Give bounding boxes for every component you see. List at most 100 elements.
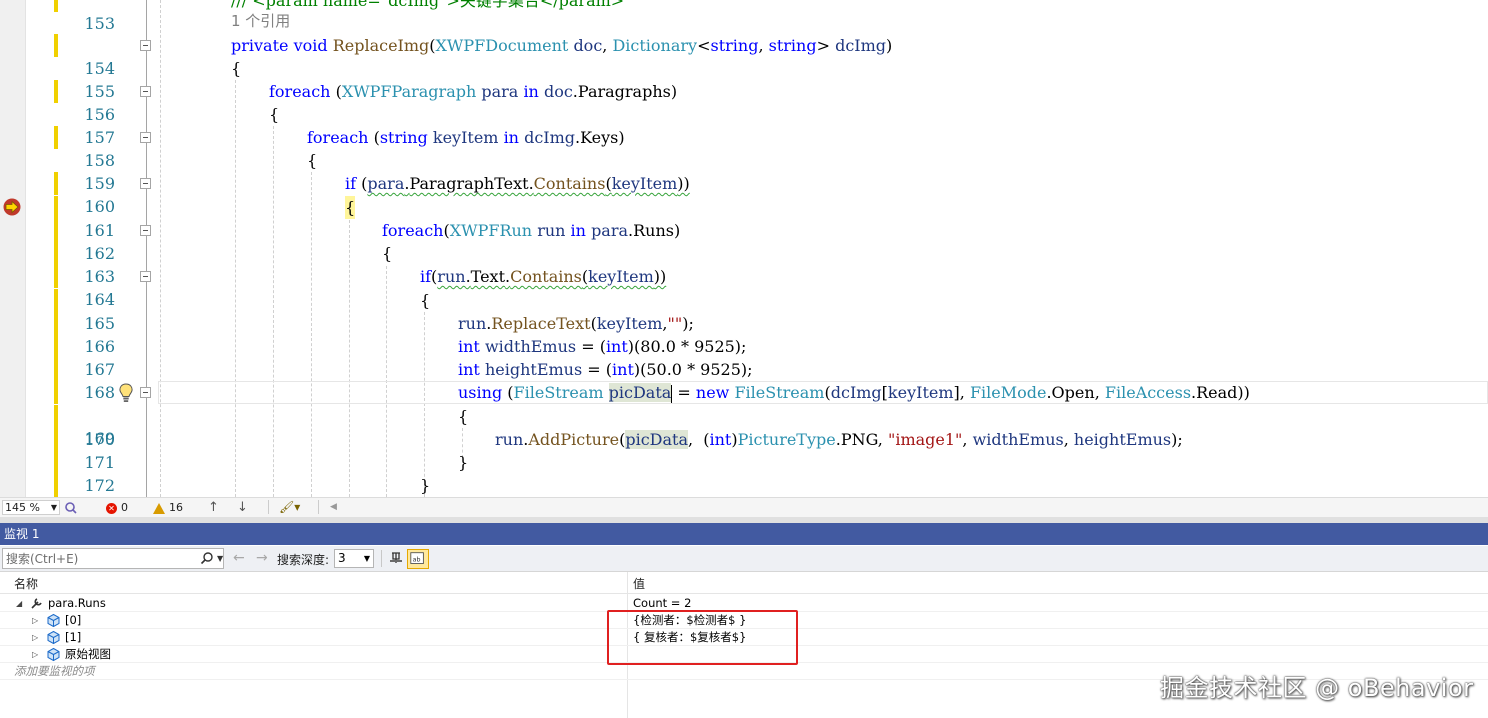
code-line-caret: 169 using (FileStream picData = new File… [0,381,1488,448]
method-name: ReplaceImg [332,36,430,55]
local-var: para [591,221,629,240]
string-literal: "image1" [887,430,963,449]
collapse-toggle[interactable] [140,132,151,143]
codelens-references[interactable]: 1 个引用 [231,10,290,33]
change-marker [54,289,58,313]
code-brace: { [345,196,356,220]
expand-arrow-icon[interactable]: ▷ [32,646,38,663]
collapse-toggle[interactable] [140,271,151,282]
property: Paragraphs [577,82,671,101]
property: Keys [580,128,619,147]
collapse-toggle[interactable] [140,40,151,51]
punct: , [1063,430,1074,449]
zoom-level: 145 % [5,501,40,514]
punct: = ( [582,360,613,379]
punct: , [758,36,764,55]
code-editor[interactable]: 153 /// <param name="dcImg">关键字集合</param… [0,0,1488,497]
code-line: 154 private void ReplaceImg(XWPFDocument… [0,34,1488,78]
divider [381,550,382,567]
chevron-down-icon[interactable]: ▼ [217,549,225,568]
local-var: widthEmus [484,337,577,356]
code-line: 155 { [0,57,1488,101]
punct: > [816,36,830,55]
keyword: void [293,36,328,55]
annotation-highlight-box [607,610,798,665]
punct: ) [618,128,625,147]
search-input[interactable] [3,549,197,568]
keyword: new [695,383,730,402]
type-name: XWPFParagraph [341,82,477,101]
punct: ); [682,314,694,333]
change-marker [54,312,58,336]
watch-name: [1] [65,630,82,644]
back-arrow-icon[interactable]: ← [233,550,245,566]
local-var: keyItem [611,174,678,193]
editor-status-bar: 145 % ▼ ✕ 0 16 ↑ ↓ 🖌▾ ◀ [0,497,1488,517]
code-line: 158 foreach (string keyItem in dcImg.Key… [0,126,1488,170]
punct: ) [886,36,893,55]
arrow-down-icon[interactable]: ↓ [237,500,248,515]
search-icon[interactable] [200,551,214,565]
change-marker [54,80,58,104]
hex-display-toggle[interactable]: ab [407,549,429,569]
expand-arrow-icon[interactable]: ▷ [32,612,38,629]
codelens[interactable]: 1 个引用 [0,10,1488,33]
string-literal: "" [667,314,683,333]
collapse-toggle[interactable] [140,225,151,236]
code-brace: { [420,291,431,310]
code-line: 160 if (para.ParagraphText.Contains(keyI… [0,172,1488,216]
code-line: 163 { [0,242,1488,286]
change-marker [54,34,58,58]
wrench-icon [31,598,42,609]
hex-icon: ab [410,552,424,564]
punct: )) [677,174,690,193]
scroll-left-icon[interactable]: ◀ [330,500,337,515]
health-icon[interactable] [64,500,78,514]
keyword: if [345,174,357,193]
local-var: heightEmus [1073,430,1172,449]
zoom-dropdown[interactable]: 145 % ▼ [2,500,60,515]
local-var: run [437,267,466,286]
param: doc [573,36,603,55]
watch-title-bar[interactable]: 监视 1 [0,523,1488,545]
column-header-name[interactable]: 名称 [14,575,38,592]
collapse-toggle[interactable] [140,387,151,398]
code-brace: } [420,476,431,495]
expand-arrow-icon[interactable]: ▷ [32,629,38,646]
local-var: para [367,174,405,193]
keyword: string [379,128,428,147]
watch-title: 监视 1 [4,527,40,541]
type-name: Dictionary [612,36,698,55]
change-marker [54,172,58,196]
add-watch-placeholder[interactable]: 添加要监视的项 [14,663,95,680]
execution-pointer-icon[interactable] [2,198,23,216]
watch-name: 原始视图 [65,647,111,661]
punct: .Read)) [1191,383,1250,402]
code-brace: } [458,453,469,472]
property: Text [470,267,506,286]
collapse-toggle[interactable] [140,178,151,189]
keyword: private [231,36,289,55]
warning-count-button[interactable]: 16 [153,500,183,515]
punct: .Open, [1046,383,1105,402]
column-header-value[interactable]: 值 [633,575,645,592]
collapse-arrow-icon[interactable]: ◢ [16,595,22,612]
method-name: Contains [533,174,606,193]
change-marker [54,381,58,405]
search-box[interactable]: ▼ [2,548,224,569]
keyword: if [420,267,432,286]
pin-icon[interactable] [387,550,405,568]
keyword: foreach [269,82,331,101]
code-cleanup-icon[interactable]: 🖌▾ [279,500,300,515]
arrow-up-icon[interactable]: ↑ [208,500,219,515]
lightbulb-icon[interactable] [117,382,135,404]
keyword: in [523,82,539,101]
punct: < [697,36,711,55]
collapse-toggle[interactable] [140,86,151,97]
punct: , [602,36,608,55]
search-depth-select[interactable]: 3 ▼ [334,549,374,568]
error-count-button[interactable]: ✕ 0 [106,500,128,515]
expression: )(80.0 * 9525); [627,337,747,356]
forward-arrow-icon[interactable]: → [256,550,268,566]
divider [268,500,269,514]
